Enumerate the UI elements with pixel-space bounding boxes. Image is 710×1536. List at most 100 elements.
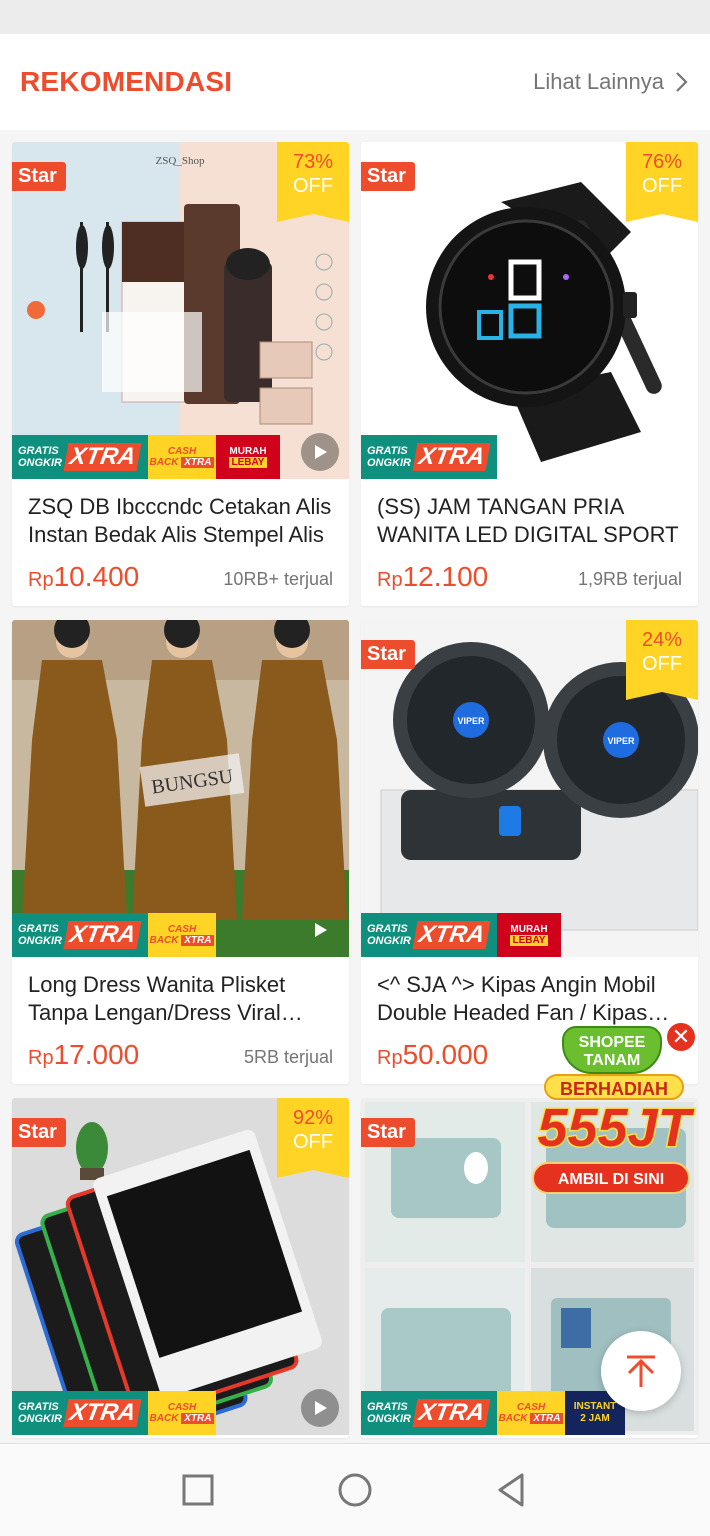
cash-label: CASH <box>516 1402 546 1413</box>
product-card[interactable]: Star 76% OFF GRATIS ONGKIR XTRA (SS) JAM … <box>361 142 698 606</box>
brown-dress-illustration: BUNGSU <box>12 620 349 957</box>
product-grid: ZSQ_Shop Star 73% OFF GRATIS ONGKIR XTRA… <box>12 142 698 1438</box>
play-icon <box>315 923 327 937</box>
price-value: 50.000 <box>402 1039 489 1070</box>
gratis-ongkir-xtra-badge: GRATIS ONGKIR XTRA <box>361 1391 497 1435</box>
discount-badge: 73% OFF <box>277 142 349 222</box>
currency: Rp <box>28 569 54 591</box>
promo-badges: GRATIS ONGKIR XTRA CASH BACK XTRA INSTANT… <box>361 1391 625 1435</box>
sold-count: 1,9RB terjual <box>577 569 682 589</box>
chevron-right-icon <box>676 72 688 92</box>
murah-lebay-badge: MURAH LEBAY <box>497 913 561 957</box>
discount-badge: 24% OFF <box>626 620 698 700</box>
tanam-logo: SHOPEE TANAM <box>562 1026 662 1074</box>
product-image-caption-2: VIPER <box>607 736 635 746</box>
cash-label: CASH <box>167 924 197 935</box>
cashback-xtra-badge: CASH BACK XTRA <box>148 1391 216 1435</box>
price-value: 10.400 <box>53 561 140 592</box>
section-title: REKOMENDASI <box>20 66 233 97</box>
gratis-ongkir-xtra-badge: GRATIS ONGKIR XTRA <box>361 913 497 957</box>
shopee-recommendation-page: REKOMENDASI Lihat Lainnya ZSQ_Shop Star … <box>0 0 710 1536</box>
currency: Rp <box>377 569 403 591</box>
product-card[interactable]: Star 92% OFF GRATIS ONGKIR XTRA CASH BACK… <box>12 1098 349 1438</box>
discount-value: 73% <box>292 151 334 173</box>
price-value: 17.000 <box>53 1039 140 1070</box>
discount-value: 92% <box>292 1107 334 1129</box>
tanam-prize-amount: 555JT <box>536 1097 692 1160</box>
product-image: VIPER VIPER Star 24% OFF GRATIS ONGKIR XT… <box>361 620 698 957</box>
video-play-button[interactable] <box>301 433 339 471</box>
discount-off-label: OFF <box>293 175 333 197</box>
murah-lebay-badge: MURAH LEBAY <box>216 435 280 479</box>
product-price: Rp12.100 <box>377 561 488 593</box>
murah-label: MURAH <box>510 924 548 935</box>
scroll-to-top-button[interactable] <box>601 1331 681 1411</box>
triangle-back-icon <box>498 1473 524 1507</box>
product-price: Rp17.000 <box>28 1039 139 1071</box>
currency: Rp <box>377 1047 403 1069</box>
cashback-xtra-label: XTRA <box>181 457 215 468</box>
play-icon <box>315 1401 327 1415</box>
promo-badges: GRATIS ONGKIR XTRA MURAH LEBAY <box>361 913 561 957</box>
ongkir-label: ONGKIR <box>18 457 62 469</box>
product-card[interactable]: VIPER VIPER Star 24% OFF GRATIS ONGKIR XT… <box>361 620 698 1084</box>
star-badge: Star <box>12 162 66 191</box>
square-icon <box>182 1474 214 1506</box>
promo-badges: GRATIS ONGKIR XTRA CASH BACK XTRA <box>12 1391 216 1435</box>
promo-badges: GRATIS ONGKIR XTRA CASH BACK XTRA MURAH L… <box>12 435 280 479</box>
gratis-ongkir-xtra-badge: GRATIS ONGKIR XTRA <box>12 1391 148 1435</box>
recent-apps-button[interactable] <box>168 1460 228 1520</box>
gratis-ongkir-xtra-badge: GRATIS ONGKIR XTRA <box>361 435 497 479</box>
product-image: ZSQ_Shop Star 73% OFF GRATIS ONGKIR XTRA… <box>12 142 349 479</box>
play-icon <box>315 445 327 459</box>
product-price: Rp50.000 <box>377 1039 488 1071</box>
lebay-label: LEBAY <box>228 457 268 468</box>
product-card[interactable]: BUNGSU GRATISONGKIR XTRA CASH BACK XTRA <box>12 620 349 1084</box>
star-badge: Star <box>361 1118 415 1147</box>
xtra-label: XTRA <box>412 1399 491 1427</box>
android-navigation-bar <box>0 1443 710 1536</box>
see-more-link[interactable]: Lihat Lainnya <box>533 69 690 95</box>
xtra-label: XTRA <box>63 921 142 949</box>
video-play-button[interactable] <box>301 1389 339 1427</box>
back-label: BACK <box>149 935 179 946</box>
cash-label: CASH <box>167 1402 197 1413</box>
ongkir-label: ONGKIR <box>367 935 411 947</box>
video-play-button[interactable] <box>301 911 339 949</box>
shopee-tanam-floating-banner[interactable]: SHOPEE TANAM BERHADIAH 555JT AMBIL DI SI… <box>524 1020 700 1198</box>
gratis-label: GRATIS <box>367 445 408 457</box>
product-card[interactable]: ZSQ_Shop Star 73% OFF GRATIS ONGKIR XTRA… <box>12 142 349 606</box>
discount-badge: 76% OFF <box>626 142 698 222</box>
xtra-label: XTRA <box>412 921 491 949</box>
back-label: BACK <box>149 457 179 468</box>
discount-off-label: OFF <box>642 653 682 675</box>
ongkir-label: ONGKIR <box>367 457 411 469</box>
gratis-label: GRATIS <box>367 1401 408 1413</box>
star-badge: Star <box>361 640 415 669</box>
xtra-label: XTRA <box>412 443 491 471</box>
gratis-ongkir-xtra-badge: GRATIS ONGKIR XTRA <box>12 913 148 957</box>
ongkir-label: ONGKIR <box>367 1413 411 1425</box>
cash-label: CASH <box>167 446 197 457</box>
product-info: (SS) JAM TANGAN PRIA WANITA LED DIGITAL … <box>361 479 698 593</box>
currency: Rp <box>28 1047 54 1069</box>
price-row: Rp17.000 5RB terjual <box>28 1039 333 1071</box>
xtra-label: XTRA <box>63 443 142 471</box>
cashback-xtra-badge: CASH BACK XTRA <box>497 1391 565 1435</box>
tanam-cta-button[interactable]: AMBIL DI SINI <box>532 1162 690 1194</box>
gratis-ongkir-xtra-badge: GRATIS ONGKIR XTRA <box>12 435 148 479</box>
price-value: 12.100 <box>402 561 489 592</box>
close-icon[interactable]: ✕ <box>664 1020 698 1054</box>
back-button[interactable] <box>482 1460 542 1520</box>
back-label: BACK <box>498 1413 528 1424</box>
product-name: <^ SJA ^> Kipas Angin Mobil Double Heade… <box>377 972 656 1025</box>
arrow-up-icon <box>627 1355 655 1387</box>
home-button[interactable] <box>325 1460 385 1520</box>
product-image: Star 92% OFF GRATIS ONGKIR XTRA CASH BACK… <box>12 1098 349 1435</box>
gratis-label: GRATIS <box>18 1401 59 1413</box>
sold-count: 10RB+ terjual <box>223 569 333 589</box>
cashback-xtra-label: XTRA <box>181 935 215 946</box>
two-hours-label: 2 JAM <box>580 1413 610 1424</box>
price-row: Rp12.100 1,9RB terjual <box>377 561 682 593</box>
price-row: Rp10.400 10RB+ terjual <box>28 561 333 593</box>
